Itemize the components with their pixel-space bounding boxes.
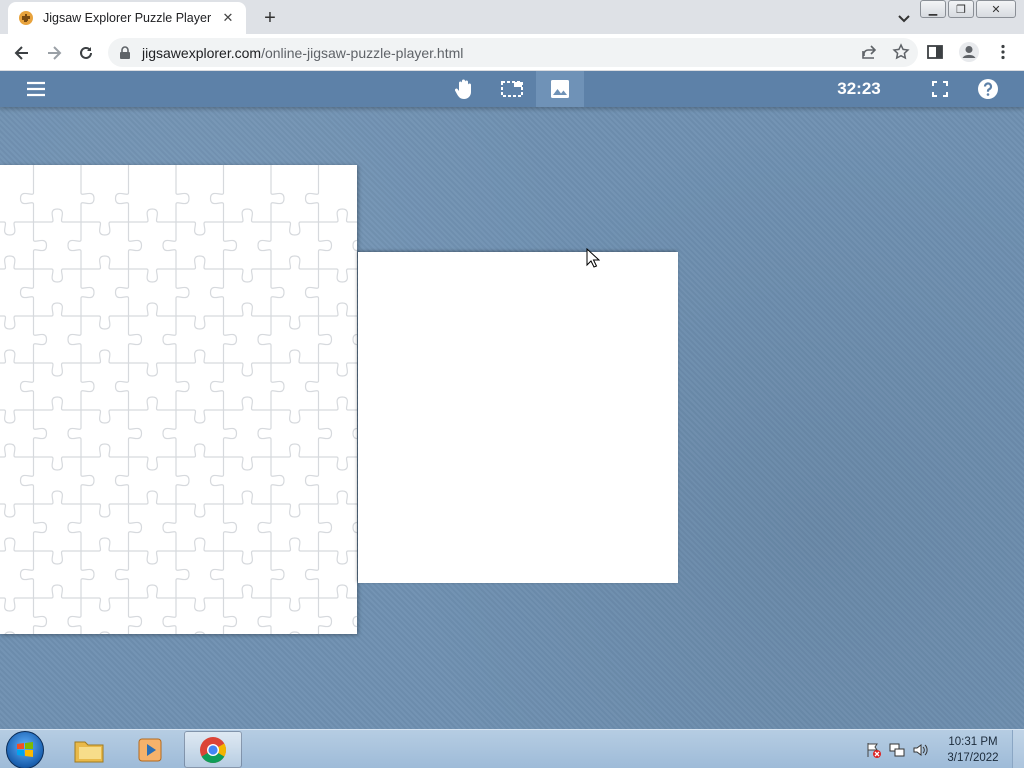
- reload-icon[interactable]: [74, 41, 98, 65]
- volume-icon[interactable]: [912, 741, 930, 759]
- close-tab-icon[interactable]: ✕: [220, 10, 236, 26]
- puzzle-workspace[interactable]: 32:23: [0, 71, 1024, 729]
- clock-time: 10:31 PM: [948, 736, 998, 748]
- tab-strip: Jigsaw Explorer Puzzle Player ✕ + ▁ ❐ ✕: [0, 0, 1024, 34]
- network-icon[interactable]: [888, 741, 906, 759]
- forward-icon[interactable]: [42, 41, 66, 65]
- profile-avatar-icon[interactable]: [958, 41, 980, 63]
- system-clock[interactable]: 10:31 PM 3/17/2022: [940, 734, 1006, 766]
- minimize-icon[interactable]: ▁: [920, 0, 946, 18]
- hand-icon[interactable]: [452, 77, 476, 101]
- browser-tab[interactable]: Jigsaw Explorer Puzzle Player ✕: [8, 2, 246, 34]
- fullscreen-icon[interactable]: [928, 77, 952, 101]
- puzzle-favicon-icon: [19, 11, 33, 25]
- puzzle-app-bar: 32:23: [0, 71, 1024, 107]
- mouse-cursor-icon: [586, 248, 600, 268]
- back-icon[interactable]: [10, 41, 34, 65]
- share-icon[interactable]: [860, 43, 878, 61]
- clock-date: 3/17/2022: [947, 752, 999, 764]
- menu-icon[interactable]: [24, 77, 48, 101]
- tab-title: Jigsaw Explorer Puzzle Player: [43, 11, 212, 25]
- file-explorer-icon[interactable]: [60, 731, 118, 768]
- window-controls: ▁ ❐ ✕: [920, 0, 1016, 18]
- puzzle-pieces[interactable]: [0, 128, 414, 659]
- help-icon[interactable]: [976, 77, 1000, 101]
- url-text[interactable]: jigsawexplorer.com/online-jigsaw-puzzle-…: [142, 45, 463, 61]
- chrome-taskbar-icon[interactable]: [184, 731, 242, 768]
- new-tab-icon[interactable]: +: [258, 6, 282, 30]
- close-window-icon[interactable]: ✕: [976, 0, 1016, 18]
- windows-taskbar: 10:31 PM 3/17/2022: [0, 729, 1024, 768]
- show-desktop-button[interactable]: [1012, 730, 1024, 768]
- more-menu-icon[interactable]: [994, 43, 1012, 61]
- piece-outlines: [0, 128, 414, 659]
- image-icon[interactable]: [548, 77, 572, 101]
- chevron-down-icon[interactable]: [894, 8, 914, 28]
- action-center-flag-icon[interactable]: [864, 741, 882, 759]
- browser-toolbar: jigsawexplorer.com/online-jigsaw-puzzle-…: [0, 34, 1024, 71]
- preview-image-panel[interactable]: [358, 252, 678, 583]
- restore-icon[interactable]: ❐: [948, 0, 974, 18]
- lock-icon[interactable]: [118, 45, 132, 60]
- system-tray: [864, 741, 930, 759]
- address-bar[interactable]: jigsawexplorer.com/online-jigsaw-puzzle-…: [108, 38, 918, 67]
- selection-icon[interactable]: [500, 77, 524, 101]
- side-panel-icon[interactable]: [926, 43, 944, 61]
- media-player-icon[interactable]: [122, 731, 180, 768]
- start-orb-icon[interactable]: [6, 731, 44, 768]
- timer-display: 32:23: [837, 79, 881, 98]
- bookmark-star-icon[interactable]: [892, 43, 910, 61]
- puzzle-board[interactable]: [0, 128, 414, 659]
